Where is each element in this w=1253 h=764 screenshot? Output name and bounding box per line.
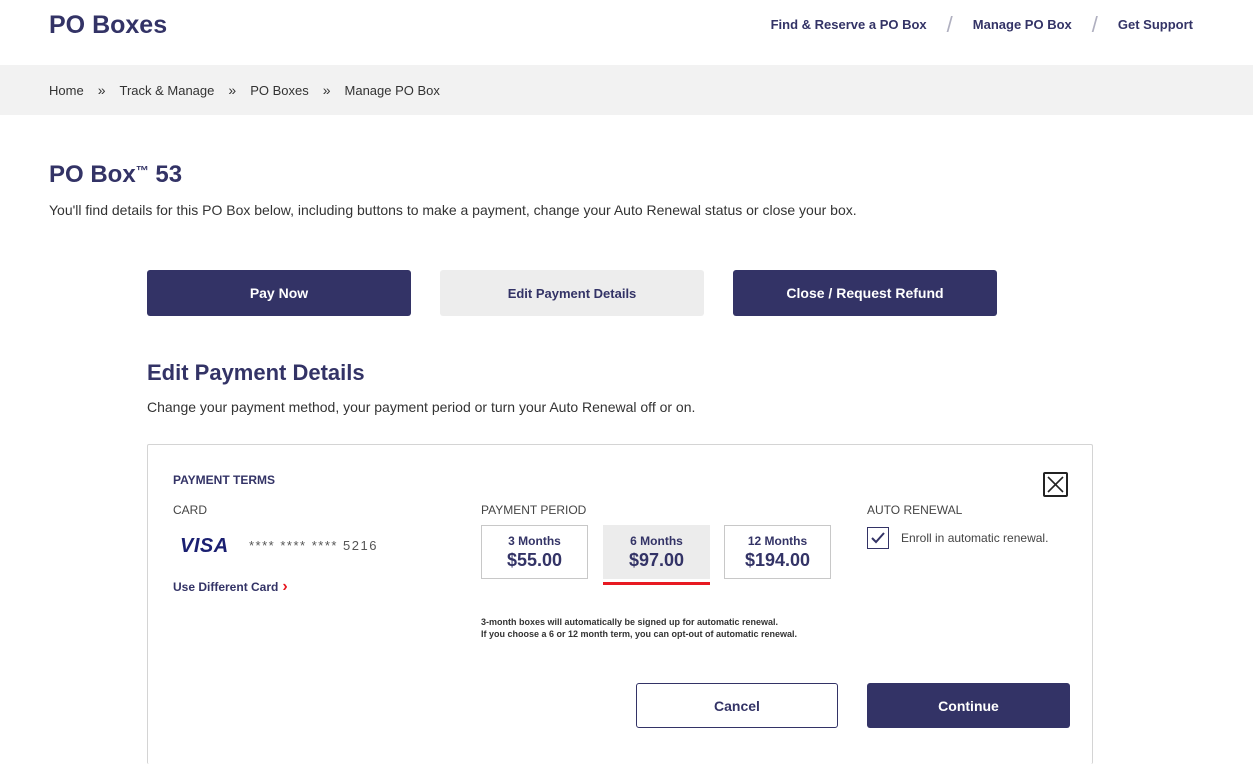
section-title: Edit Payment Details [147,360,365,385]
period-option-3-months[interactable]: 3 Months $55.00 [481,525,588,579]
auto-renewal-checkbox[interactable] [867,527,889,549]
period-price: $55.00 [506,550,563,570]
period-label: 6 Months [630,534,683,548]
top-nav: Find & Reserve a PO Box / Manage PO Box … [771,12,1193,37]
close-request-refund-button[interactable]: Close / Request Refund [733,270,997,316]
auto-renewal-label: AUTO RENEWAL [867,503,963,517]
renewal-note: 3-month boxes will automatically be sign… [481,616,851,640]
breadcrumb-manage-po-box[interactable]: Manage PO Box [345,83,440,98]
po-box-number: 53 [148,161,183,188]
close-panel-button[interactable] [1043,472,1068,497]
use-different-card-link[interactable]: Use Different Card › [173,578,288,596]
nav-separator: / [946,12,953,37]
enroll-auto-renewal-label[interactable]: Enroll in automatic renewal. [901,531,1048,545]
breadcrumb-chevron-icon: » [322,82,331,98]
site-title[interactable]: PO Boxes [49,11,167,40]
breadcrumb-chevron-icon: » [97,82,106,98]
selected-period-indicator [603,582,710,585]
nav-find-reserve[interactable]: Find & Reserve a PO Box [771,17,927,32]
breadcrumb-home[interactable]: Home [49,83,84,98]
page-title: PO Box™ 53 [49,161,182,189]
page-title-main: PO Box [49,161,136,188]
page-description: You'll find details for this PO Box belo… [49,202,857,218]
section-description: Change your payment method, your payment… [147,399,696,415]
checkmark-icon [871,532,885,544]
payment-period-label: PAYMENT PERIOD [481,503,587,517]
renewal-note-line2: If you choose a 6 or 12 month term, you … [481,629,798,639]
nav-manage-po-box[interactable]: Manage PO Box [973,17,1072,32]
breadcrumb-track-manage[interactable]: Track & Manage [119,83,214,98]
pay-now-button[interactable]: Pay Now [147,270,411,316]
period-price: $194.00 [744,550,811,570]
period-option-12-months[interactable]: 12 Months $194.00 [724,525,831,579]
period-label: 3 Months [508,534,561,548]
breadcrumb-po-boxes[interactable]: PO Boxes [250,83,309,98]
breadcrumb-chevron-icon: » [228,82,237,98]
close-icon [1047,476,1064,493]
cancel-button[interactable]: Cancel [636,683,838,728]
payment-terms-heading: PAYMENT TERMS [173,473,276,487]
continue-button[interactable]: Continue [867,683,1070,728]
use-different-card-label: Use Different Card [173,580,279,594]
period-label: 12 Months [747,534,808,548]
trademark: ™ [135,163,149,178]
card-label: CARD [173,503,208,517]
edit-payment-details-button[interactable]: Edit Payment Details [440,270,704,316]
renewal-note-line1: 3-month boxes will automatically be sign… [481,617,779,627]
period-option-6-months[interactable]: 6 Months $97.00 [603,525,710,579]
period-price: $97.00 [628,550,685,570]
chevron-right-icon: › [282,578,288,595]
breadcrumb: Home » Track & Manage » PO Boxes » Manag… [49,82,440,98]
nav-get-support[interactable]: Get Support [1118,17,1193,32]
visa-logo: VISA [180,535,229,557]
nav-separator: / [1091,12,1098,37]
card-number: **** **** **** 5216 [249,538,378,553]
